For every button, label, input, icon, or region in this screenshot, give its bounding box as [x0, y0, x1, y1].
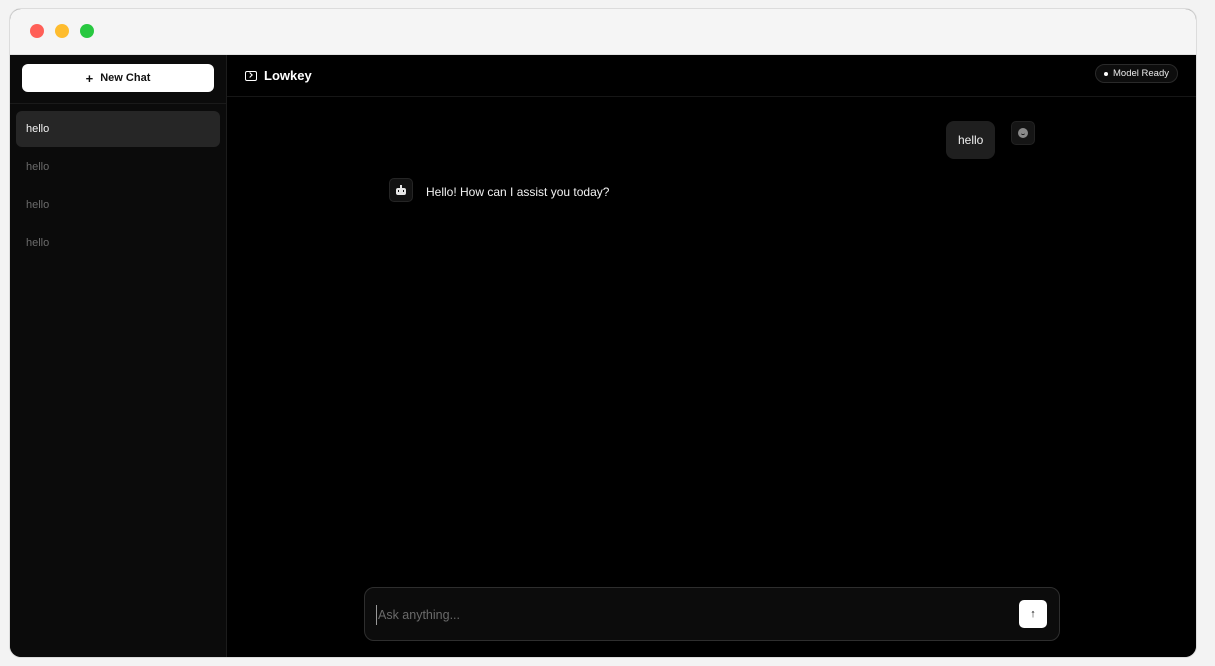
history-item-label: hello [26, 237, 50, 249]
user-message: hello [946, 121, 996, 159]
status-label: Model Ready [1113, 68, 1169, 79]
history-item[interactable]: hello [16, 187, 220, 223]
assistant-avatar [389, 178, 413, 202]
close-window-button[interactable] [30, 24, 44, 38]
user-message-text: hello [958, 133, 984, 147]
terminal-icon [245, 70, 257, 81]
send-button[interactable]: ↑ [1019, 600, 1047, 628]
chat-history-list: hello hello hello hello [10, 104, 226, 270]
app-window: + New Chat hello hello hello hello Lowke… [9, 8, 1197, 658]
new-chat-label: New Chat [100, 72, 151, 84]
chat-main: Lowkey Model Ready hello Hello! How can … [227, 55, 1196, 657]
sidebar: + New Chat hello hello hello hello [10, 55, 227, 657]
message-composer: ↑ [364, 587, 1060, 641]
user-avatar [1011, 121, 1035, 145]
history-item[interactable]: hello [16, 111, 220, 147]
app-title: Lowkey [264, 68, 312, 83]
history-item-label: hello [26, 123, 50, 135]
assistant-message: Hello! How can I assist you today? [426, 185, 610, 199]
window-titlebar [10, 9, 1196, 55]
robot-icon [396, 184, 406, 195]
history-item-label: hello [26, 161, 50, 173]
status-dot-icon [1104, 71, 1109, 76]
history-item-label: hello [26, 199, 50, 211]
message-input[interactable] [376, 605, 996, 625]
chat-header: Lowkey Model Ready [227, 55, 1196, 97]
status-badge: Model Ready [1095, 64, 1178, 83]
arrow-up-icon: ↑ [1030, 607, 1036, 620]
history-item[interactable]: hello [16, 225, 220, 261]
maximize-window-button[interactable] [80, 24, 94, 38]
new-chat-button[interactable]: + New Chat [22, 64, 214, 92]
plus-icon: + [85, 70, 94, 86]
history-item[interactable]: hello [16, 149, 220, 185]
minimize-window-button[interactable] [55, 24, 69, 38]
smiley-icon [1018, 128, 1028, 138]
sidebar-header: + New Chat [10, 55, 226, 104]
